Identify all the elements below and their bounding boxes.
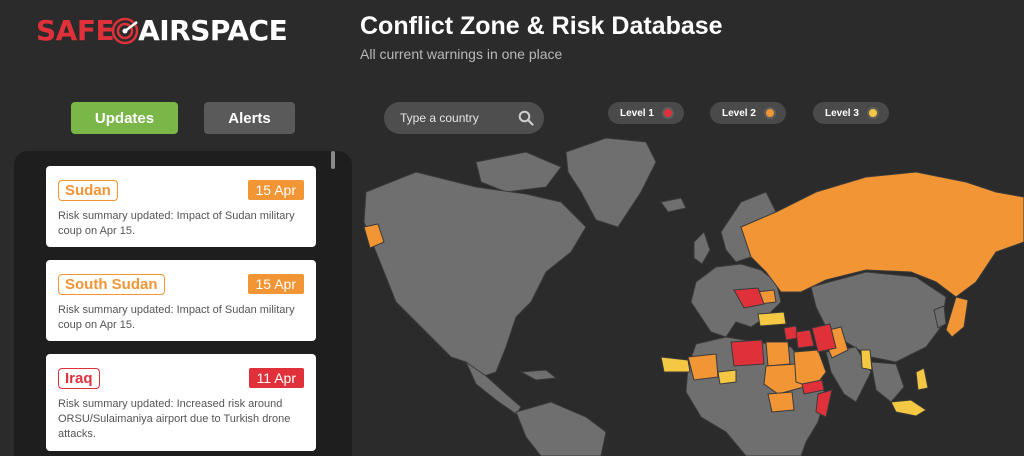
- date-badge: 11 Apr: [248, 368, 304, 388]
- logo-airspace-text: AIRSPACE: [138, 14, 288, 47]
- south-sudan: [767, 391, 795, 413]
- iraq: [795, 329, 815, 349]
- japan: [945, 296, 969, 338]
- iceland: [660, 197, 687, 213]
- uk: [693, 231, 711, 265]
- south-america: [515, 401, 607, 456]
- update-card[interactable]: South Sudan 15 Apr Risk summary updated:…: [46, 260, 316, 341]
- search-icon[interactable]: [518, 110, 534, 126]
- page-title: Conflict Zone & Risk Database: [360, 12, 723, 40]
- level-1-dot: [661, 107, 674, 119]
- world-risk-map[interactable]: [356, 132, 1024, 456]
- update-summary: Risk summary updated: Increased risk aro…: [58, 398, 291, 440]
- turkey: [757, 311, 787, 327]
- level-3-label: Level 3: [825, 107, 859, 119]
- updates-scrollbar[interactable]: [331, 151, 335, 169]
- update-summary: Risk summary updated: Impact of Sudan mi…: [58, 210, 295, 237]
- niger: [717, 369, 737, 385]
- level-2-label: Level 2: [722, 107, 756, 119]
- country-tag[interactable]: Iraq: [58, 368, 100, 389]
- somalia: [815, 389, 833, 418]
- level-3-dot: [866, 107, 879, 119]
- philippines: [915, 367, 929, 391]
- logo[interactable]: SAFE AIRSPACE: [36, 14, 288, 47]
- update-card[interactable]: Iraq 11 Apr Risk summary updated: Increa…: [46, 354, 316, 451]
- indonesia: [890, 399, 927, 417]
- libya: [730, 339, 765, 367]
- country-tag[interactable]: South Sudan: [58, 274, 165, 295]
- radar-icon: [111, 17, 139, 44]
- north-america: [363, 171, 587, 378]
- tab-alerts[interactable]: Alerts: [204, 102, 295, 134]
- myanmar: [860, 349, 873, 371]
- logo-safe-text: SAFE: [36, 14, 115, 47]
- country-tag[interactable]: Sudan: [58, 180, 118, 201]
- update-card[interactable]: Sudan 15 Apr Risk summary updated: Impac…: [46, 166, 316, 247]
- se-asia: [870, 361, 905, 403]
- level-1-label: Level 1: [620, 107, 654, 119]
- caribbean: [519, 369, 558, 381]
- level-2-filter[interactable]: Level 2: [710, 102, 786, 124]
- level-3-filter[interactable]: Level 3: [813, 102, 889, 124]
- arctic-islands: [475, 151, 562, 193]
- update-summary: Risk summary updated: Impact of Sudan mi…: [58, 304, 295, 331]
- level-1-filter[interactable]: Level 1: [608, 102, 684, 124]
- greenland: [565, 137, 657, 228]
- country-search[interactable]: [384, 102, 544, 134]
- level-2-dot: [763, 107, 776, 119]
- mali: [687, 353, 719, 381]
- search-input[interactable]: [400, 111, 518, 125]
- date-badge: 15 Apr: [247, 180, 304, 200]
- date-badge: 15 Apr: [247, 274, 304, 294]
- sahel: [660, 356, 691, 373]
- tab-updates[interactable]: Updates: [71, 102, 178, 134]
- page-subtitle: All current warnings in one place: [360, 46, 563, 62]
- egypt: [765, 341, 791, 367]
